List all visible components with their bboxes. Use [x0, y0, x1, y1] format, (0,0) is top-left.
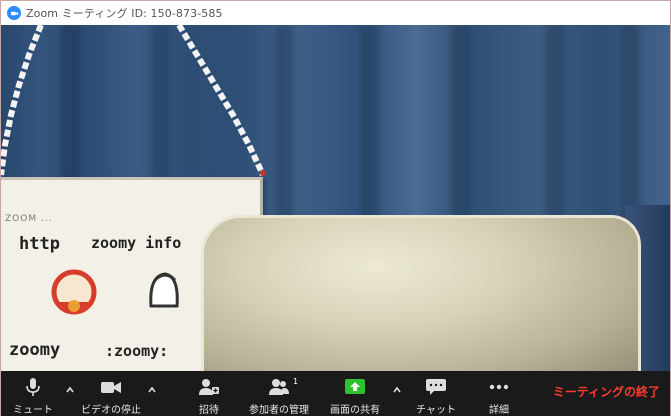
manage-participants-button[interactable]: 参加者の管理 — [245, 371, 313, 416]
participants-count: 1 — [293, 377, 299, 386]
share-screen-label: 画面の共有 — [330, 405, 380, 416]
caret-up-icon — [66, 386, 74, 393]
chat-icon — [426, 379, 446, 395]
more-label: 詳細 — [489, 405, 509, 416]
caret-up-icon — [148, 386, 156, 393]
caret-up-icon — [393, 386, 401, 393]
invite-button[interactable]: 招待 — [189, 371, 229, 416]
sign-small-text: ZOOM ... — [5, 214, 53, 224]
participants-icon — [269, 379, 289, 395]
manage-participants-label: 参加者の管理 — [249, 405, 309, 416]
end-meeting-button[interactable]: ミーティングの終了 — [553, 383, 660, 400]
microphone-icon — [26, 378, 40, 396]
title-bar: Zoom ミーティング ID: 150-873-585 — [1, 1, 670, 25]
mute-button[interactable]: ミュート — [13, 371, 53, 416]
audio-options-caret[interactable] — [65, 385, 75, 395]
sign-zoomy-text: zoomy — [9, 340, 61, 360]
zoom-meeting-window: Zoom ミーティング ID: 150-873-585 ZOOM ... htt… — [0, 0, 671, 416]
share-screen-icon — [345, 379, 365, 394]
sign-http-text: http — [19, 234, 60, 254]
mute-label: ミュート — [13, 405, 53, 416]
invite-label: 招待 — [199, 405, 219, 416]
stop-video-button[interactable]: ビデオの停止 — [79, 371, 143, 416]
sign-info-text: zoomy info — [91, 234, 182, 252]
mascot-icon — [51, 269, 97, 315]
window-title: Zoom ミーティング ID: 150-873-585 — [26, 7, 223, 20]
video-options-caret[interactable] — [147, 385, 157, 395]
meeting-toolbar: ミュート ビデオの停止 招待 参加者の管理 1 画面の共有 チャット 詳細 ミー… — [1, 371, 670, 416]
invite-icon — [199, 379, 219, 395]
stop-video-label: ビデオの停止 — [81, 405, 141, 416]
share-options-caret[interactable] — [392, 385, 402, 395]
share-screen-button[interactable]: 画面の共有 — [325, 371, 385, 416]
chat-button[interactable]: チャット — [415, 371, 457, 416]
zoom-app-icon — [7, 6, 21, 20]
more-button[interactable]: 詳細 — [481, 371, 517, 416]
sign-zoomy-text-2: :zoomy: — [105, 342, 169, 360]
video-feed: ZOOM ... http zoomy info zoomy :zoomy: — [1, 25, 670, 371]
chair-back — [201, 215, 641, 371]
chat-label: チャット — [416, 405, 456, 416]
video-camera-icon — [101, 382, 121, 393]
more-icon — [489, 384, 509, 390]
mascot-icon — [149, 272, 179, 308]
